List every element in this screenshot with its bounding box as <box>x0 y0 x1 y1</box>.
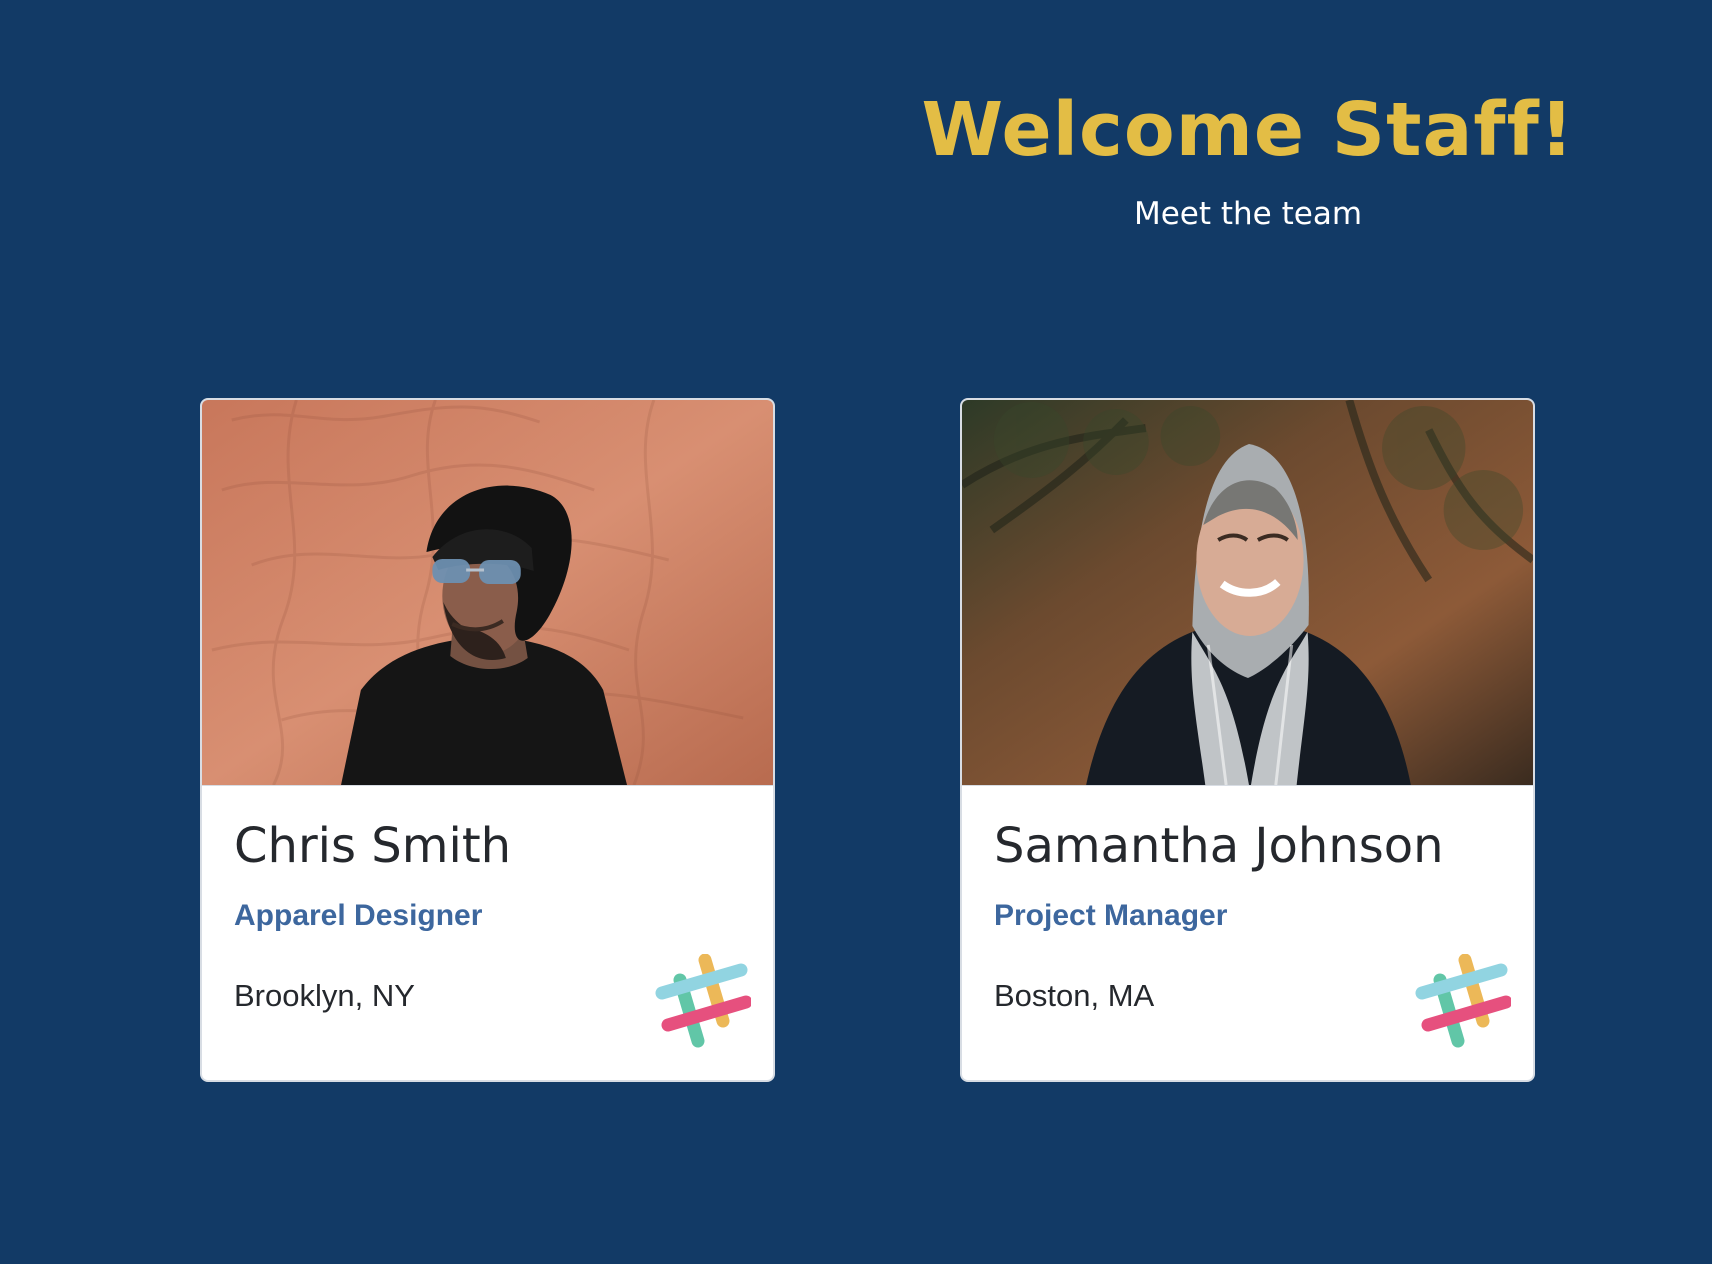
page-header: Welcome Staff! Meet the team <box>856 80 1640 234</box>
chris-smith-photo <box>202 400 773 785</box>
team-member-role: Project Manager <box>994 899 1228 932</box>
slack-icon <box>1415 954 1511 1048</box>
page-title: Welcome Staff! <box>921 87 1575 173</box>
team-member-photo <box>962 400 1533 786</box>
team-member-name: Samantha Johnson <box>994 818 1444 874</box>
team-member-location: Brooklyn, NY <box>234 978 415 1013</box>
slack-contact-button[interactable] <box>1415 954 1511 1050</box>
page-subtitle: Meet the team <box>1133 196 1363 232</box>
slack-icon <box>655 954 751 1048</box>
samantha-johnson-photo <box>962 400 1533 785</box>
team-member-photo <box>202 400 773 786</box>
team-member-location: Boston, MA <box>994 978 1155 1013</box>
slack-contact-button[interactable] <box>655 954 751 1050</box>
team-member-name: Chris Smith <box>234 818 512 874</box>
team-member-role: Apparel Designer <box>234 899 483 932</box>
team-member-details: Chris Smith Apparel Designer Brooklyn, N… <box>202 786 773 1080</box>
team-member-card-chris-smith: Chris Smith Apparel Designer Brooklyn, N… <box>200 398 775 1082</box>
team-member-details: Samantha Johnson Project Manager Boston,… <box>962 786 1533 1080</box>
team-member-card-samantha-johnson: Samantha Johnson Project Manager Boston,… <box>960 398 1535 1082</box>
